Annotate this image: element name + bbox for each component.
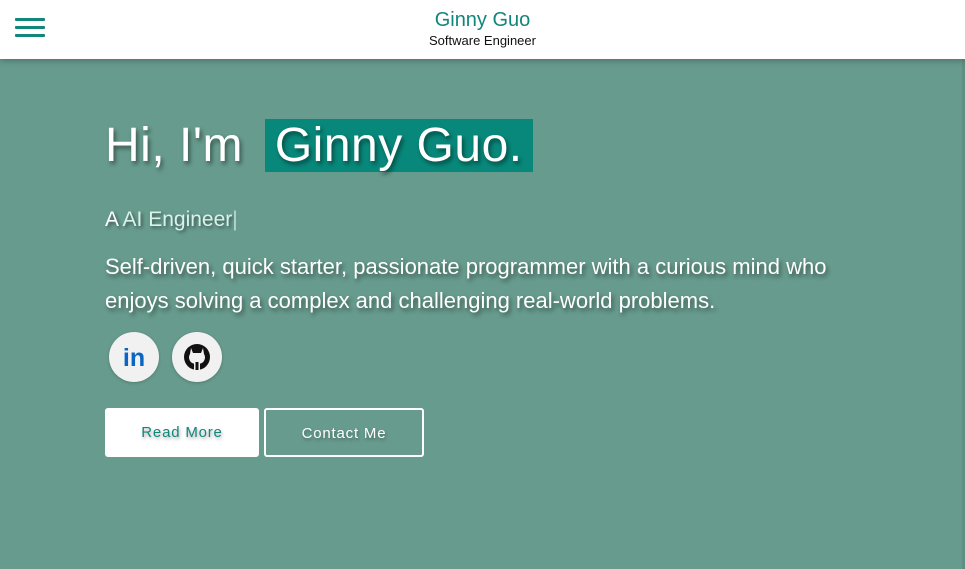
- linkedin-icon: in: [123, 344, 145, 372]
- hero-greeting: Hi, I'm Ginny Guo.: [105, 117, 533, 175]
- greeting-prefix: Hi, I'm: [105, 119, 243, 172]
- github-icon: [184, 344, 210, 370]
- linkedin-link[interactable]: in: [109, 332, 159, 382]
- typed-prefix: A: [105, 208, 118, 231]
- hero-tagline: Self-driven, quick starter, passionate p…: [105, 254, 827, 313]
- github-link[interactable]: [172, 332, 222, 382]
- brand-name[interactable]: Ginny Guo: [0, 8, 965, 32]
- contact-me-button[interactable]: Contact Me: [264, 408, 424, 457]
- typing-cursor: |: [232, 208, 238, 231]
- read-more-button[interactable]: Read More: [105, 408, 259, 457]
- typed-role-line: A AI Engineer|: [105, 206, 238, 234]
- typed-role: AI Engineer: [122, 208, 233, 231]
- brand-role: Software Engineer: [429, 33, 536, 48]
- linkedin-glyph: in: [123, 344, 145, 372]
- top-navbar: Ginny Guo Software Engineer: [0, 0, 965, 59]
- greeting-name: Ginny Guo.: [264, 119, 533, 172]
- brand: Ginny Guo Software Engineer: [0, 8, 965, 49]
